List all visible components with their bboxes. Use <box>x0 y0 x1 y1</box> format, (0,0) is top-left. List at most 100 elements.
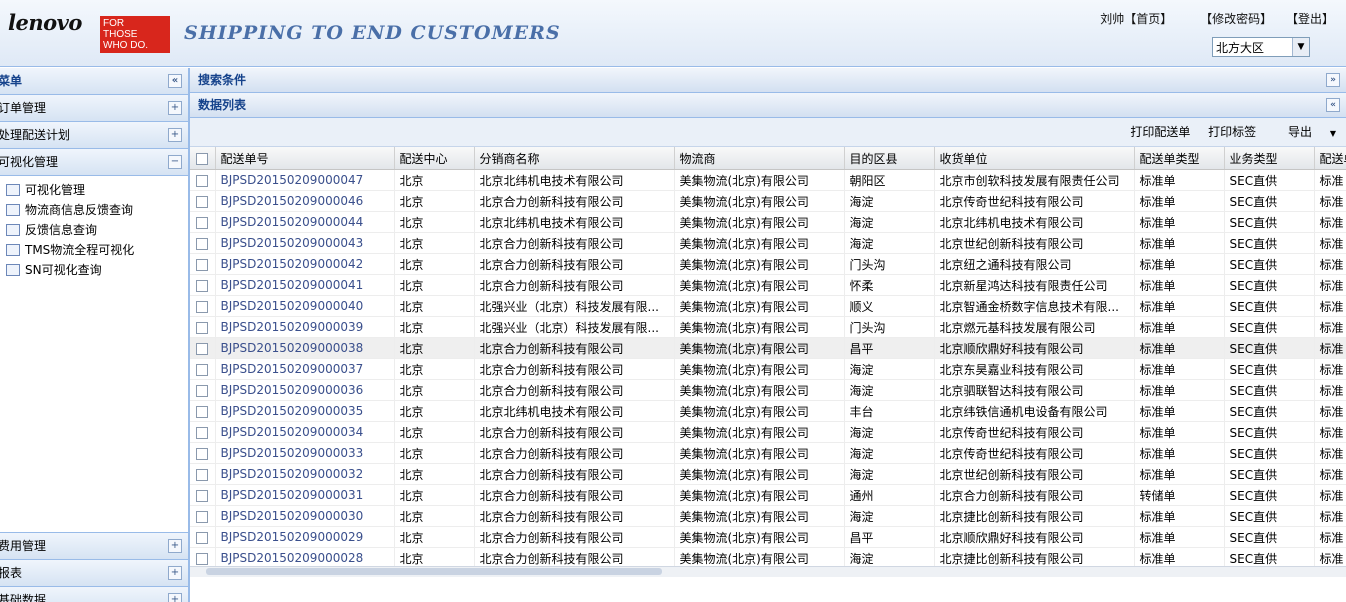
sidebar-item-carrier-feedback[interactable]: 物流商信息反馈查询 <box>6 200 188 220</box>
delivery-number-link[interactable]: BJPSD20150209000032 <box>215 463 395 485</box>
checkbox-icon[interactable] <box>196 531 209 544</box>
collapse-icon[interactable]: − <box>168 155 182 169</box>
row-checkbox[interactable] <box>190 421 216 443</box>
sidebar-group-base-data[interactable]: 基础数据 + <box>0 587 188 602</box>
sidebar-group-delivery-plan[interactable]: 处理配送计划 + <box>0 122 188 149</box>
delivery-number-link[interactable]: BJPSD20150209000034 <box>215 421 395 443</box>
table-row[interactable]: BJPSD20150209000029 北京 北京合力创新科技有限公司 美集物流(北京… <box>190 526 1346 548</box>
column-header[interactable]: 配送单类型 <box>1134 147 1225 170</box>
checkbox-icon[interactable] <box>196 384 209 397</box>
expand-down-icon[interactable]: » <box>1326 73 1340 87</box>
checkbox-icon[interactable] <box>196 237 209 250</box>
horizontal-scrollbar[interactable] <box>190 566 1346 577</box>
row-checkbox[interactable] <box>190 253 216 275</box>
expand-icon[interactable]: + <box>168 593 182 602</box>
delivery-number-link[interactable]: BJPSD20150209000043 <box>215 232 395 254</box>
column-header[interactable]: 目的区县 <box>844 147 935 170</box>
column-header[interactable]: 配送单号 <box>215 147 395 170</box>
checkbox-icon[interactable] <box>196 468 209 481</box>
table-row[interactable]: BJPSD20150209000033 北京 北京合力创新科技有限公司 美集物流(北京… <box>190 442 1346 464</box>
checkbox-icon[interactable] <box>196 152 209 165</box>
select-all-checkbox[interactable] <box>190 147 216 170</box>
delivery-number-link[interactable]: BJPSD20150209000039 <box>215 316 395 338</box>
row-checkbox[interactable] <box>190 295 216 317</box>
table-row[interactable]: BJPSD20150209000037 北京 北京合力创新科技有限公司 美集物流(北京… <box>190 358 1346 380</box>
region-select[interactable]: 北方大区 ▼ <box>1212 37 1310 57</box>
collapse-left-icon[interactable]: « <box>168 74 182 88</box>
checkbox-icon[interactable] <box>196 489 209 502</box>
checkbox-icon[interactable] <box>196 447 209 460</box>
sidebar-item-visual-management[interactable]: 可视化管理 <box>6 180 188 200</box>
export-button[interactable]: 导出 ▼ <box>1274 125 1336 139</box>
delivery-number-link[interactable]: BJPSD20150209000031 <box>215 484 395 506</box>
delivery-number-link[interactable]: BJPSD20150209000036 <box>215 379 395 401</box>
expand-icon[interactable]: + <box>168 101 182 115</box>
expand-icon[interactable]: + <box>168 128 182 142</box>
checkbox-icon[interactable] <box>196 216 209 229</box>
row-checkbox[interactable] <box>190 316 216 338</box>
sidebar-group-visualization[interactable]: 可视化管理 − <box>0 149 188 176</box>
delivery-number-link[interactable]: BJPSD20150209000047 <box>215 169 395 191</box>
column-header[interactable]: 收货单位 <box>934 147 1135 170</box>
checkbox-icon[interactable] <box>196 195 209 208</box>
table-row[interactable]: BJPSD20150209000044 北京 北京北纬机电技术有限公司 美集物流(北京… <box>190 211 1346 233</box>
table-row[interactable]: BJPSD20150209000030 北京 北京合力创新科技有限公司 美集物流(北京… <box>190 505 1346 527</box>
checkbox-icon[interactable] <box>196 363 209 376</box>
table-row[interactable]: BJPSD20150209000034 北京 北京合力创新科技有限公司 美集物流(北京… <box>190 421 1346 443</box>
row-checkbox[interactable] <box>190 358 216 380</box>
table-row[interactable]: BJPSD20150209000032 北京 北京合力创新科技有限公司 美集物流(北京… <box>190 463 1346 485</box>
table-row[interactable]: BJPSD20150209000046 北京 北京合力创新科技有限公司 美集物流(北京… <box>190 190 1346 212</box>
print-delivery-button[interactable]: 打印配送单 <box>1130 125 1190 139</box>
delivery-number-link[interactable]: BJPSD20150209000038 <box>215 337 395 359</box>
row-checkbox[interactable] <box>190 379 216 401</box>
row-checkbox[interactable] <box>190 274 216 296</box>
table-row[interactable]: BJPSD20150209000039 北京 北强兴业（北京）科技发展有限... 美集… <box>190 316 1346 338</box>
change-password-link[interactable]: 【修改密码】 <box>1200 12 1272 26</box>
table-row[interactable]: BJPSD20150209000042 北京 北京合力创新科技有限公司 美集物流(北京… <box>190 253 1346 275</box>
table-row[interactable]: BJPSD20150209000036 北京 北京合力创新科技有限公司 美集物流(北京… <box>190 379 1346 401</box>
list-panel-header[interactable]: 数据列表 « <box>190 93 1346 118</box>
checkbox-icon[interactable] <box>196 174 209 187</box>
table-row[interactable]: BJPSD20150209000047 北京 北京北纬机电技术有限公司 美集物流(北京… <box>190 169 1346 191</box>
checkbox-icon[interactable] <box>196 405 209 418</box>
row-checkbox[interactable] <box>190 484 216 506</box>
row-checkbox[interactable] <box>190 526 216 548</box>
column-header[interactable]: 配送单状态 <box>1314 147 1346 170</box>
home-link[interactable]: 刘帅【首页】 <box>1100 12 1172 26</box>
row-checkbox[interactable] <box>190 400 216 422</box>
table-row[interactable]: BJPSD20150209000031 北京 北京合力创新科技有限公司 美集物流(北京… <box>190 484 1346 506</box>
table-row[interactable]: BJPSD20150209000038 北京 北京合力创新科技有限公司 美集物流(北京… <box>190 337 1346 359</box>
checkbox-icon[interactable] <box>196 279 209 292</box>
search-panel-header[interactable]: 搜索条件 » <box>190 68 1346 93</box>
sidebar-item-feedback-query[interactable]: 反馈信息查询 <box>6 220 188 240</box>
scrollbar-thumb[interactable] <box>206 568 662 575</box>
row-checkbox[interactable] <box>190 505 216 527</box>
column-header[interactable]: 分销商名称 <box>474 147 675 170</box>
delivery-number-link[interactable]: BJPSD20150209000033 <box>215 442 395 464</box>
delivery-number-link[interactable]: BJPSD20150209000041 <box>215 274 395 296</box>
row-checkbox[interactable] <box>190 337 216 359</box>
table-row[interactable]: BJPSD20150209000040 北京 北强兴业（北京）科技发展有限... 美集… <box>190 295 1346 317</box>
sidebar-group-costs[interactable]: 费用管理 + <box>0 533 188 560</box>
column-header[interactable]: 物流商 <box>674 147 845 170</box>
checkbox-icon[interactable] <box>196 300 209 313</box>
expand-icon[interactable]: + <box>168 539 182 553</box>
print-label-button[interactable]: 打印标签 <box>1208 125 1256 139</box>
delivery-number-link[interactable]: BJPSD20150209000037 <box>215 358 395 380</box>
table-row[interactable]: BJPSD20150209000043 北京 北京合力创新科技有限公司 美集物流(北京… <box>190 232 1346 254</box>
row-checkbox[interactable] <box>190 232 216 254</box>
checkbox-icon[interactable] <box>196 510 209 523</box>
checkbox-icon[interactable] <box>196 258 209 271</box>
sidebar-item-sn-query[interactable]: SN可视化查询 <box>6 260 188 280</box>
column-header[interactable]: 配送中心 <box>394 147 475 170</box>
delivery-number-link[interactable]: BJPSD20150209000044 <box>215 211 395 233</box>
row-checkbox[interactable] <box>190 442 216 464</box>
chevron-down-icon[interactable]: ▼ <box>1292 38 1309 56</box>
column-header[interactable]: 业务类型 <box>1224 147 1315 170</box>
sidebar-item-tms-visual[interactable]: TMS物流全程可视化 <box>6 240 188 260</box>
expand-icon[interactable]: + <box>168 566 182 580</box>
delivery-number-link[interactable]: BJPSD20150209000035 <box>215 400 395 422</box>
delivery-number-link[interactable]: BJPSD20150209000042 <box>215 253 395 275</box>
row-checkbox[interactable] <box>190 190 216 212</box>
checkbox-icon[interactable] <box>196 552 209 565</box>
